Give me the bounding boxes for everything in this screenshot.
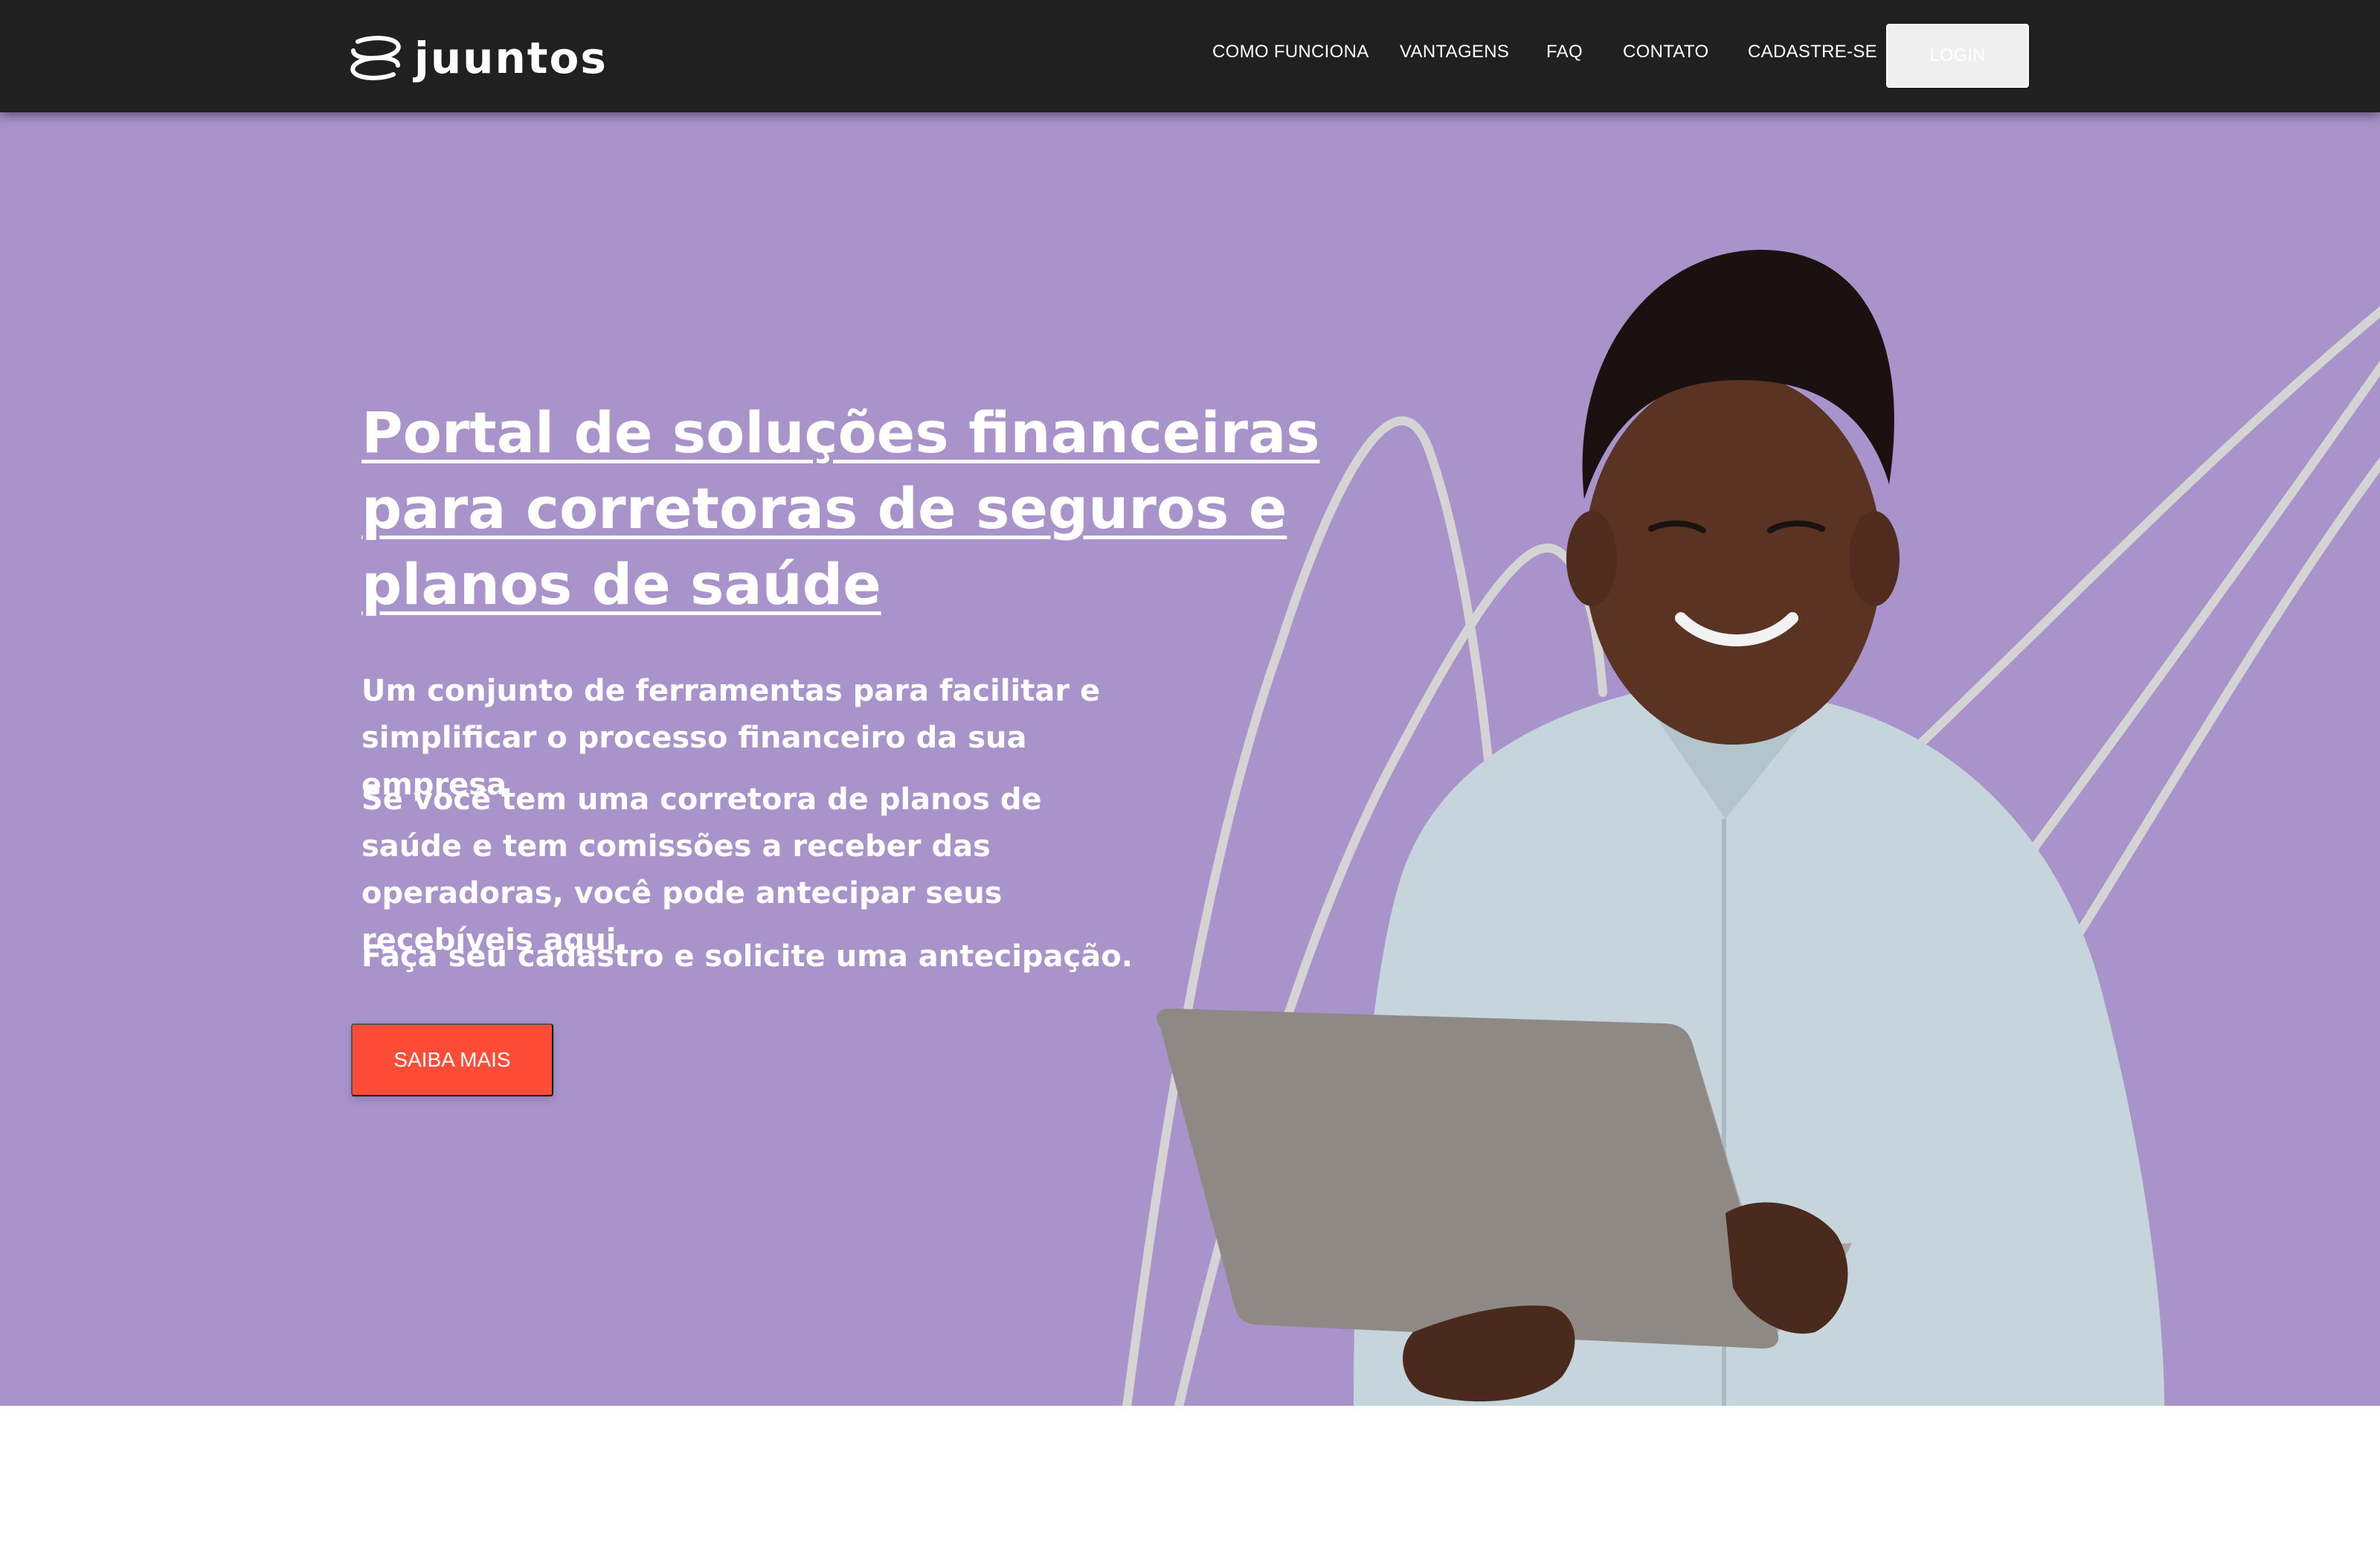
nav-link-como-funciona[interactable]: COMO FUNCIONA — [1212, 42, 1369, 62]
top-navbar: juuntos COMO FUNCIONA VANTAGENS FAQ CONT… — [0, 0, 2380, 112]
hero-section: Portal de soluções financeiras para corr… — [0, 112, 2380, 1406]
nav-link-faq[interactable]: FAQ — [1546, 42, 1583, 62]
login-button[interactable]: LOGIN — [1886, 24, 2029, 88]
hero-paragraph-3: Faça seu cadastro e solicite uma antecip… — [361, 939, 1133, 974]
juuntos-logo-icon — [350, 36, 401, 80]
nav-link-contato[interactable]: CONTATO — [1623, 42, 1708, 62]
hero-illustration — [1122, 249, 2380, 1406]
nav-link-cadastre-se[interactable]: CADASTRE-SE — [1748, 42, 1877, 62]
hero-title: Portal de soluções financeiras para corr… — [361, 399, 1320, 617]
brand-logo[interactable]: juuntos — [347, 34, 608, 82]
landing-page: juuntos COMO FUNCIONA VANTAGENS FAQ CONT… — [0, 0, 2380, 1562]
saiba-mais-button[interactable]: SAIBA MAIS — [351, 1023, 553, 1096]
nav-link-vantagens[interactable]: VANTAGENS — [1400, 42, 1509, 62]
brand-name: juuntos — [414, 33, 608, 83]
